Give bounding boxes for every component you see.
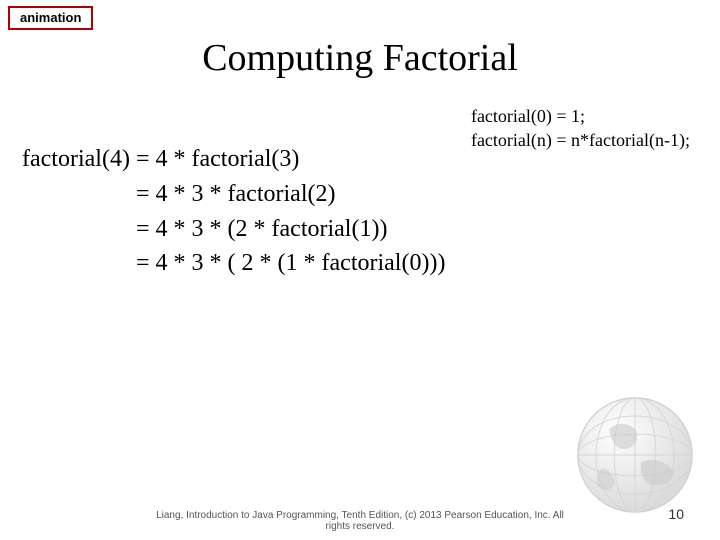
expansion-rhs-3: = 4 * 3 * (2 * factorial(1)) — [136, 216, 387, 242]
animation-badge-label: animation — [20, 10, 81, 25]
factorial-definitions: factorial(0) = 1; factorial(n) = n*facto… — [471, 104, 690, 153]
expansion-rhs-4: = 4 * 3 * ( 2 * (1 * factorial(0))) — [136, 250, 445, 276]
footer-line-2: rights reserved. — [0, 521, 720, 532]
footer-line-1: Liang, Introduction to Java Programming,… — [0, 510, 720, 521]
definition-recursive-case: factorial(n) = n*factorial(n-1); — [471, 128, 690, 152]
expansion-indent — [22, 181, 136, 207]
expansion-rhs-2: = 4 * 3 * factorial(2) — [136, 181, 335, 207]
definition-base-case: factorial(0) = 1; — [471, 104, 690, 128]
expansion-indent — [22, 250, 136, 276]
expansion-rhs-1: = 4 * factorial(3) — [136, 146, 299, 172]
factorial-expansion: factorial(4) = 4 * factorial(3) = 4 * 3 … — [22, 142, 445, 281]
animation-badge: animation — [8, 6, 93, 30]
expansion-line-4: = 4 * 3 * ( 2 * (1 * factorial(0))) — [22, 246, 445, 281]
expansion-indent — [22, 216, 136, 242]
footer-citation: Liang, Introduction to Java Programming,… — [0, 510, 720, 532]
expansion-line-2: = 4 * 3 * factorial(2) — [22, 177, 445, 212]
slide-title: Computing Factorial — [0, 36, 720, 80]
globe-icon — [570, 390, 700, 520]
expansion-line-1: factorial(4) = 4 * factorial(3) — [22, 142, 445, 177]
expansion-lhs: factorial(4) — [22, 146, 136, 172]
expansion-line-3: = 4 * 3 * (2 * factorial(1)) — [22, 212, 445, 247]
